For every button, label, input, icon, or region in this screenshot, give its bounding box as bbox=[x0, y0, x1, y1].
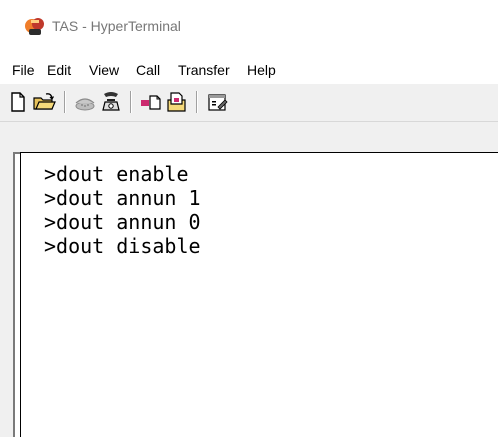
menu-call[interactable]: Call bbox=[136, 61, 160, 79]
window-title: TAS - HyperTerminal bbox=[52, 18, 181, 34]
toolbar-separator bbox=[64, 91, 66, 113]
properties-icon[interactable] bbox=[205, 90, 229, 114]
toolbar-separator bbox=[130, 91, 132, 113]
menu-file[interactable]: File bbox=[12, 61, 35, 79]
title-bar: TAS - HyperTerminal bbox=[0, 0, 498, 54]
menu-help[interactable]: Help bbox=[247, 61, 276, 79]
toolbar-separator bbox=[196, 91, 198, 113]
terminal-line: >dout disable bbox=[44, 234, 201, 258]
receive-file-icon[interactable] bbox=[165, 90, 189, 114]
terminal-line: >dout enable bbox=[44, 162, 189, 186]
terminal-line: >dout annun 1 bbox=[44, 186, 201, 210]
disconnect-phone-icon[interactable] bbox=[99, 90, 123, 114]
send-file-icon[interactable] bbox=[139, 90, 163, 114]
open-folder-icon[interactable] bbox=[32, 90, 56, 114]
menu-edit[interactable]: Edit bbox=[47, 61, 71, 79]
menu-view[interactable]: View bbox=[89, 61, 119, 79]
new-document-icon[interactable] bbox=[6, 90, 30, 114]
terminal-line: >dout annun 0 bbox=[44, 210, 201, 234]
toolbar bbox=[0, 85, 498, 122]
menu-transfer[interactable]: Transfer bbox=[178, 61, 230, 79]
terminal-output: >dout enable >dout annun 1 >dout annun 0… bbox=[44, 162, 201, 258]
menu-bar: File Edit View Call Transfer Help bbox=[0, 54, 498, 84]
connect-phone-icon[interactable] bbox=[73, 90, 97, 114]
hyperterminal-app-icon[interactable] bbox=[24, 16, 46, 38]
